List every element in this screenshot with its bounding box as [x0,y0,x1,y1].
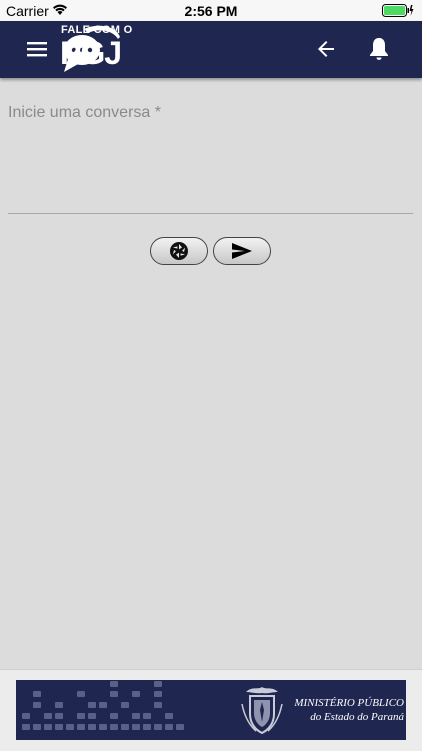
send-button[interactable] [213,237,271,265]
app-header: FALE COM O PGJ [0,21,422,78]
clock: 2:56 PM [184,3,238,19]
menu-icon[interactable] [24,38,50,60]
ministerio-publico-banner: MINISTÉRIO PÚBLICO do Estado do Paraná [16,680,406,740]
camera-shutter-icon [170,242,188,260]
send-icon [232,243,252,259]
parana-coat-of-arms-icon [241,687,283,735]
pixel-pattern-decoration [22,681,184,730]
footer-institution-state: do Estado do Paraná [310,711,404,723]
bell-icon[interactable] [367,36,391,62]
footer-institution-name: MINISTÉRIO PÚBLICO [294,697,404,709]
status-bar: Carrier 2:56 PM [0,0,422,21]
message-field [8,100,413,214]
camera-button[interactable] [150,237,208,265]
message-input[interactable] [8,104,413,204]
logo-title: PGJ [60,35,122,71]
battery-icon [382,4,414,17]
footer: MINISTÉRIO PÚBLICO do Estado do Paraná [0,669,422,751]
back-arrow-icon[interactable] [314,37,338,61]
